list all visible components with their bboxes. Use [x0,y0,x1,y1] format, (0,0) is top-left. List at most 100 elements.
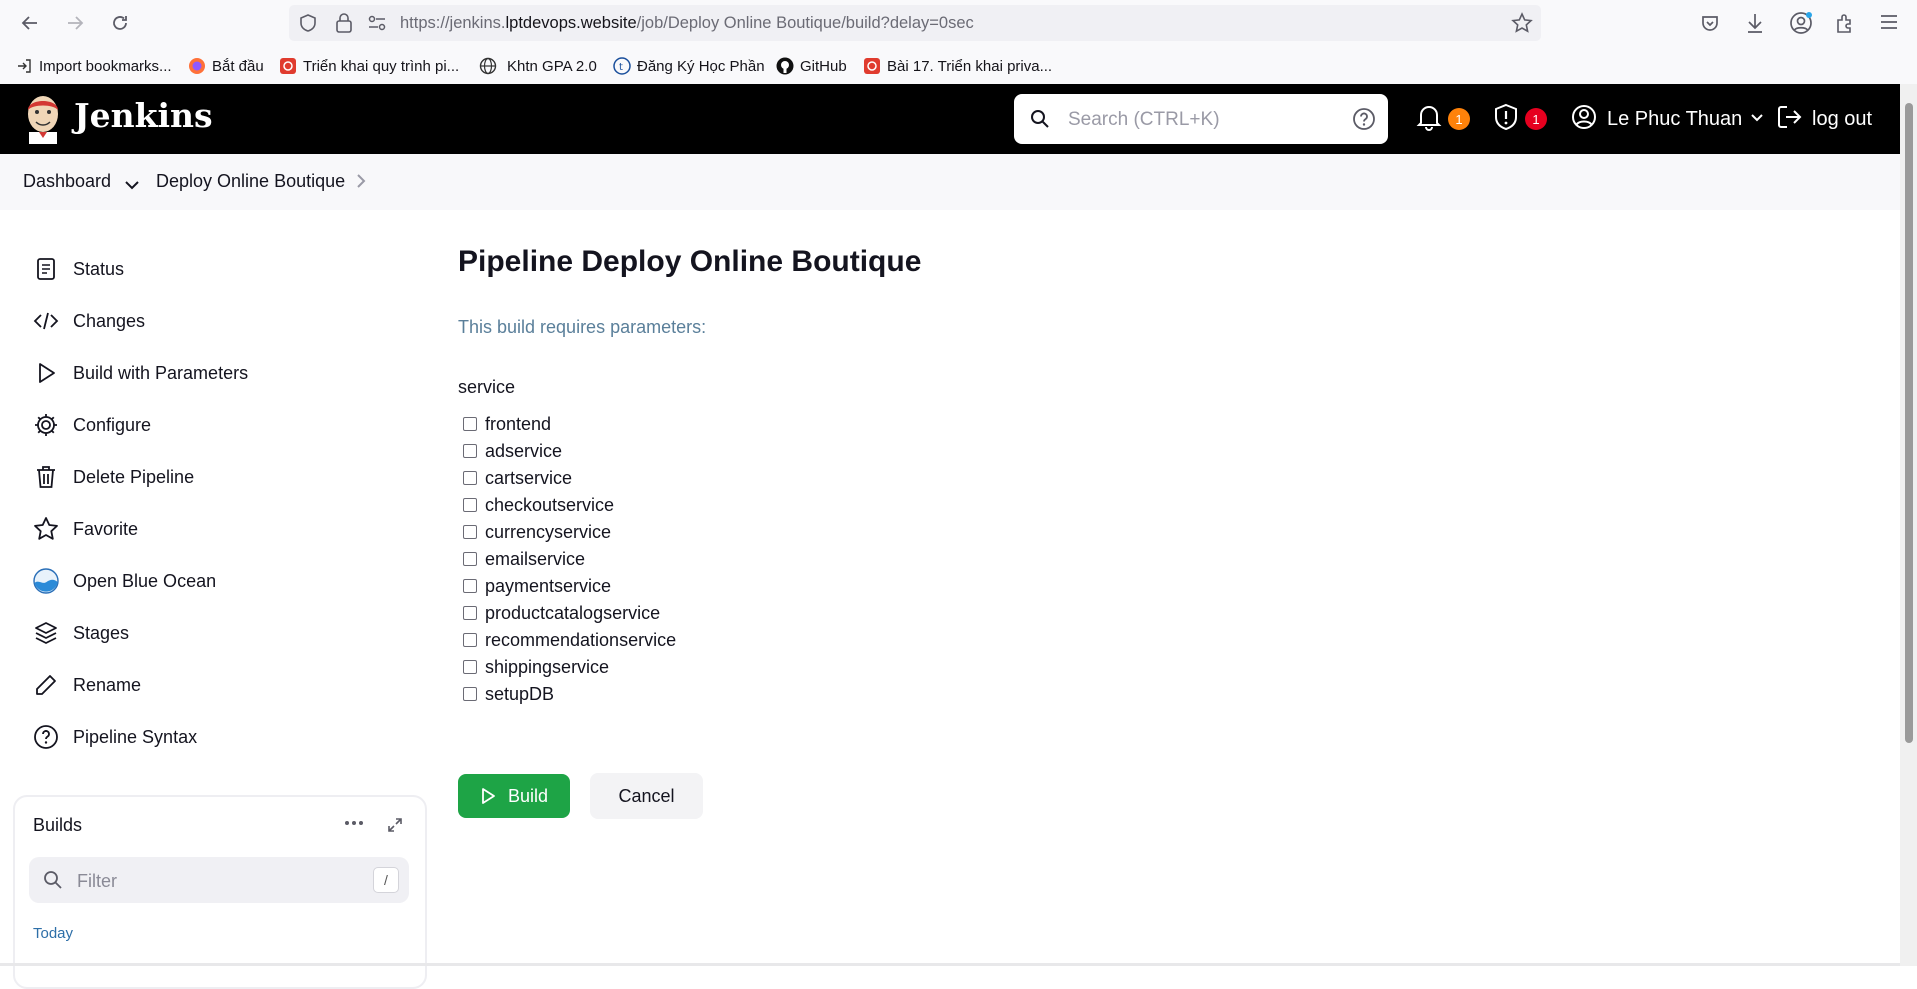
build-button[interactable]: Build [458,774,570,818]
jenkins-logo-icon[interactable] [23,92,63,144]
service-checkbox[interactable] [463,471,477,485]
back-icon[interactable] [17,10,43,36]
bookmark-trien-khai[interactable]: Triển khai quy trình pi... [279,55,459,77]
extensions-icon[interactable] [1834,12,1856,39]
service-checkbox[interactable] [463,687,477,701]
notifications-badge: 1 [1448,108,1470,130]
sidebar-item-status[interactable]: Status [32,253,124,285]
sidebar-item-label: Pipeline Syntax [73,726,198,747]
sidebar-item-delete-pipeline[interactable]: Delete Pipeline [32,461,194,493]
permissions-icon[interactable] [367,14,387,37]
browser-toolbar: https://jenkins.lptdevops.website/job/De… [0,0,1917,47]
search-input[interactable] [1066,104,1330,136]
url-path: /job/Deploy Online Boutique/build?delay=… [636,13,974,32]
breadcrumb-job[interactable]: Deploy Online Boutique [156,171,345,192]
bookmark-dang-ky[interactable]: t Đăng Ký Học Phần [613,55,765,77]
service-checkbox[interactable] [463,498,477,512]
sidebar-item-rename[interactable]: Rename [32,669,141,701]
layers-icon [32,619,60,647]
chevron-down-icon [1750,110,1764,128]
security-button[interactable]: 1 [1493,84,1547,154]
service-option[interactable]: shippingservice [463,656,609,678]
service-checkbox[interactable] [463,552,477,566]
search-icon [43,870,63,895]
service-checkbox[interactable] [463,579,477,593]
bookmark-github[interactable]: GitHub [776,55,847,77]
bookmark-bat-dau[interactable]: Bắt đầu [188,55,264,77]
service-checkbox[interactable] [463,444,477,458]
service-option-label: recommendationservice [485,629,677,650]
svg-text:t: t [619,62,623,73]
chevron-down-icon[interactable] [124,175,140,196]
forward-icon[interactable] [62,10,88,36]
cancel-button[interactable]: Cancel [590,773,703,819]
lock-icon[interactable] [335,13,353,38]
service-checkbox[interactable] [463,633,477,647]
bookmark-bai-17[interactable]: Bài 17. Triển khai priva... [863,55,1052,77]
service-option[interactable]: productcatalogservice [463,602,660,624]
service-option-label: adservice [485,440,563,461]
app-title[interactable]: Jenkins [74,96,213,135]
sidebar-item-pipeline-syntax[interactable]: Pipeline Syntax [32,721,197,753]
params-note: This build requires parameters: [458,317,707,337]
sidebar-item-stages[interactable]: Stages [32,617,129,649]
cancel-label: Cancel [618,785,675,806]
search-box[interactable] [1014,94,1388,144]
url-prefix: https://jenkins. [400,13,506,32]
help-icon[interactable] [1352,107,1376,136]
code-icon [32,307,60,335]
sidebar-item-label: Open Blue Ocean [73,570,217,591]
menu-icon[interactable] [1879,13,1899,36]
service-checkbox[interactable] [463,660,477,674]
service-option[interactable]: frontend [463,413,551,435]
service-option[interactable]: setupDB [463,683,554,705]
bookmark-label: Khtn GPA 2.0 [507,57,597,75]
service-option[interactable]: adservice [463,440,562,462]
security-badge: 1 [1525,108,1547,130]
service-checkbox[interactable] [463,606,477,620]
filter-box[interactable]: / [29,857,409,903]
bookmark-label: Đăng Ký Học Phần [637,57,765,75]
notifications-button[interactable]: 1 [1416,84,1470,154]
service-option-label: cartservice [485,467,573,488]
blue-ocean-icon [32,567,60,595]
bookmark-star-icon[interactable] [1511,12,1533,39]
url-text[interactable]: https://jenkins.lptdevops.website/job/De… [400,14,974,33]
globe-icon [479,57,497,75]
logout-button[interactable]: log out [1776,84,1872,154]
shield-icon[interactable] [299,14,317,37]
more-icon[interactable] [343,815,365,833]
builds-panel: Builds / Today [13,795,427,989]
sidebar-item-configure[interactable]: Configure [32,409,151,441]
filter-input[interactable] [75,868,349,894]
sidebar-item-open-blue-ocean[interactable]: Open Blue Ocean [32,565,216,597]
sidebar-item-changes[interactable]: Changes [32,305,145,337]
star-icon [32,515,60,543]
service-option[interactable]: paymentservice [463,575,611,597]
reload-icon[interactable] [107,10,133,36]
service-option[interactable]: currencyservice [463,521,611,543]
pocket-icon[interactable] [1700,13,1720,38]
bookmark-label: Bài 17. Triển khai priva... [887,57,1053,75]
bookmark-import[interactable]: Import bookmarks... [15,55,172,77]
scrollbar-thumb[interactable] [1905,103,1913,743]
bookmark-khtn[interactable]: Khtn GPA 2.0 [479,55,597,77]
service-option[interactable]: cartservice [463,467,572,489]
service-option[interactable]: recommendationservice [463,629,676,651]
service-checkbox[interactable] [463,525,477,539]
sidebar-item-build-with-parameters[interactable]: Build with Parameters [32,357,248,389]
sidebar-item-favorite[interactable]: Favorite [32,513,138,545]
user-menu[interactable]: Le Phuc Thuan [1571,84,1764,154]
chevron-right-icon[interactable] [355,173,367,194]
url-bar[interactable]: https://jenkins.lptdevops.website/job/De… [289,5,1541,41]
account-icon[interactable] [1789,11,1813,40]
service-option[interactable]: checkoutservice [463,494,614,516]
trash-icon [32,463,60,491]
service-option[interactable]: emailservice [463,548,585,570]
shield-alert-icon [1493,103,1519,136]
downloads-icon[interactable] [1745,12,1765,39]
help-circle-icon [32,723,60,751]
service-checkbox[interactable] [463,417,477,431]
breadcrumb-dashboard[interactable]: Dashboard [23,171,111,192]
expand-icon[interactable] [387,817,403,838]
